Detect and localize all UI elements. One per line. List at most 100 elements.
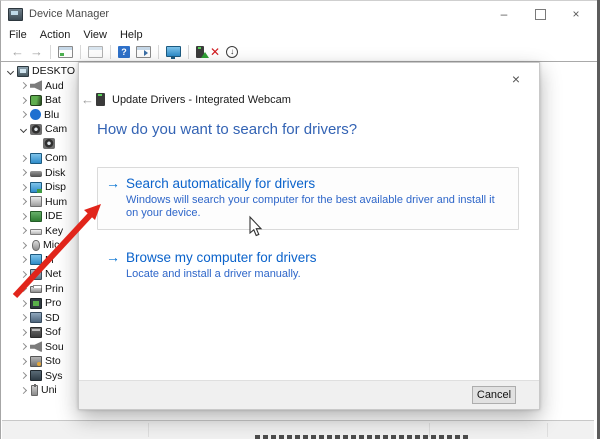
tree-item-label: Sto (45, 355, 61, 367)
camera-icon (30, 124, 42, 135)
maximize-button[interactable] (522, 1, 558, 27)
chevron-right-icon[interactable] (18, 98, 29, 103)
battery-icon (30, 95, 42, 106)
help-icon[interactable]: ? (118, 46, 130, 58)
chevron-down-icon[interactable] (5, 69, 16, 74)
driver-icon (96, 93, 105, 106)
chevron-right-icon[interactable] (18, 272, 29, 277)
back-icon[interactable]: ← (11, 45, 24, 58)
uninstall-icon[interactable]: ✕ (210, 46, 220, 58)
show-window-icon[interactable] (136, 46, 151, 58)
chevron-right-icon[interactable] (18, 199, 29, 204)
chevron-right-icon[interactable] (18, 185, 29, 190)
option-search-automatically[interactable]: →Search automatically for driversWindows… (97, 167, 519, 230)
scan-hardware-icon[interactable]: ↓ (226, 46, 238, 58)
tree-item-blu[interactable]: Blu (18, 108, 75, 123)
chevron-right-icon[interactable] (18, 257, 29, 262)
tree-item-sd[interactable]: SD (18, 311, 75, 326)
tree-item-m[interactable]: M (18, 253, 75, 268)
tree-item-label: Sys (45, 370, 63, 382)
system-icon (30, 370, 42, 381)
option-browse-computer[interactable]: →Browse my computer for driversLocate an… (97, 241, 519, 291)
speaker-icon (30, 80, 42, 91)
tree-item-label: IDE (45, 210, 63, 222)
chevron-right-icon[interactable] (18, 330, 29, 335)
window-controls: – × (486, 1, 594, 27)
monitor-icon (30, 254, 42, 265)
menu-bar: File Action View Help (1, 27, 597, 42)
chevron-right-icon[interactable] (18, 112, 29, 117)
tree-item-cam[interactable]: Cam (18, 122, 75, 137)
chevron-right-icon[interactable] (18, 214, 29, 219)
close-button[interactable]: × (558, 1, 594, 27)
tree-item-uni[interactable]: Uni (18, 383, 75, 398)
tree-item-mic[interactable]: Mic (18, 238, 75, 253)
sd-icon (30, 312, 42, 323)
tree-item-sto[interactable]: Sto (18, 354, 75, 369)
minimize-button[interactable]: – (486, 1, 522, 27)
dialog-close-icon: × (512, 71, 520, 87)
menu-help[interactable]: Help (120, 29, 143, 41)
chevron-right-icon[interactable] (18, 286, 29, 291)
close-icon: × (572, 7, 579, 21)
tree-item-disp[interactable]: Disp (18, 180, 75, 195)
ide-icon (30, 211, 42, 222)
processor-icon (30, 298, 42, 309)
chevron-down-icon[interactable] (18, 127, 29, 132)
menu-view[interactable]: View (83, 29, 107, 41)
tree-item-label: Uni (41, 384, 57, 396)
computer-icon[interactable] (166, 46, 181, 57)
tree-item-key[interactable]: Key (18, 224, 75, 239)
tree-item-sou[interactable]: Sou (18, 340, 75, 355)
tree-item-deskto[interactable]: DESKTO (5, 64, 75, 79)
tree-item-disk[interactable]: Disk (18, 166, 75, 181)
bluetooth-icon (30, 109, 41, 120)
properties-window-icon[interactable] (88, 46, 103, 58)
tree-item-net[interactable]: Net (18, 267, 75, 282)
tree-item-bat[interactable]: Bat (18, 93, 75, 108)
option-title: Browse my computer for drivers (126, 249, 506, 266)
chevron-right-icon[interactable] (18, 359, 29, 364)
chevron-right-icon[interactable] (18, 243, 29, 248)
dialog-title: Update Drivers - Integrated Webcam (112, 94, 291, 106)
monitor-icon (30, 153, 42, 164)
dialog-close-button[interactable]: × (505, 68, 527, 90)
tree-item-label: M (45, 254, 54, 266)
chevron-right-icon[interactable] (18, 301, 29, 306)
tree-item-sof[interactable]: Sof (18, 325, 75, 340)
chevron-right-icon[interactable] (18, 315, 29, 320)
dialog-footer: Cancel (79, 380, 539, 409)
console-window-icon[interactable] (58, 46, 73, 58)
tree-item-pro[interactable]: Pro (18, 296, 75, 311)
display-icon (30, 182, 42, 193)
chevron-right-icon[interactable] (18, 170, 29, 175)
camera-icon (43, 138, 55, 149)
tree-item-label: Aud (45, 80, 64, 92)
printer-icon (30, 286, 42, 293)
update-driver-icon[interactable] (196, 46, 204, 58)
tree-item-ide[interactable]: IDE (18, 209, 75, 224)
menu-file[interactable]: File (9, 29, 27, 41)
mouse-icon (32, 240, 40, 251)
tree-item-label: Mic (43, 239, 59, 251)
dialog-back-icon[interactable]: ← (81, 92, 94, 107)
menu-action[interactable]: Action (40, 29, 71, 41)
chevron-right-icon[interactable] (18, 83, 29, 88)
tree-item-sys[interactable]: Sys (18, 369, 75, 384)
chevron-right-icon[interactable] (18, 228, 29, 233)
tree-item-label: DESKTO (32, 65, 75, 77)
driver-search-options: →Search automatically for driversWindows… (97, 167, 519, 291)
tree-item-prin[interactable]: Prin (18, 282, 75, 297)
tree-item-aud[interactable]: Aud (18, 79, 75, 94)
chevron-right-icon[interactable] (18, 373, 29, 378)
device-tree: DESKTO AudBatBluCam ComDiskDispHum IDE KeyMi… (3, 64, 75, 398)
chevron-right-icon[interactable] (18, 156, 29, 161)
tree-item-hum[interactable]: Hum (18, 195, 75, 210)
tree-item-label: Hum (45, 196, 67, 208)
chevron-right-icon[interactable] (18, 344, 29, 349)
cancel-button[interactable]: Cancel (472, 386, 516, 404)
tree-item[interactable] (31, 137, 75, 152)
forward-icon[interactable]: → (30, 45, 43, 58)
chevron-right-icon[interactable] (18, 388, 29, 393)
tree-item-com[interactable]: Com (18, 151, 75, 166)
